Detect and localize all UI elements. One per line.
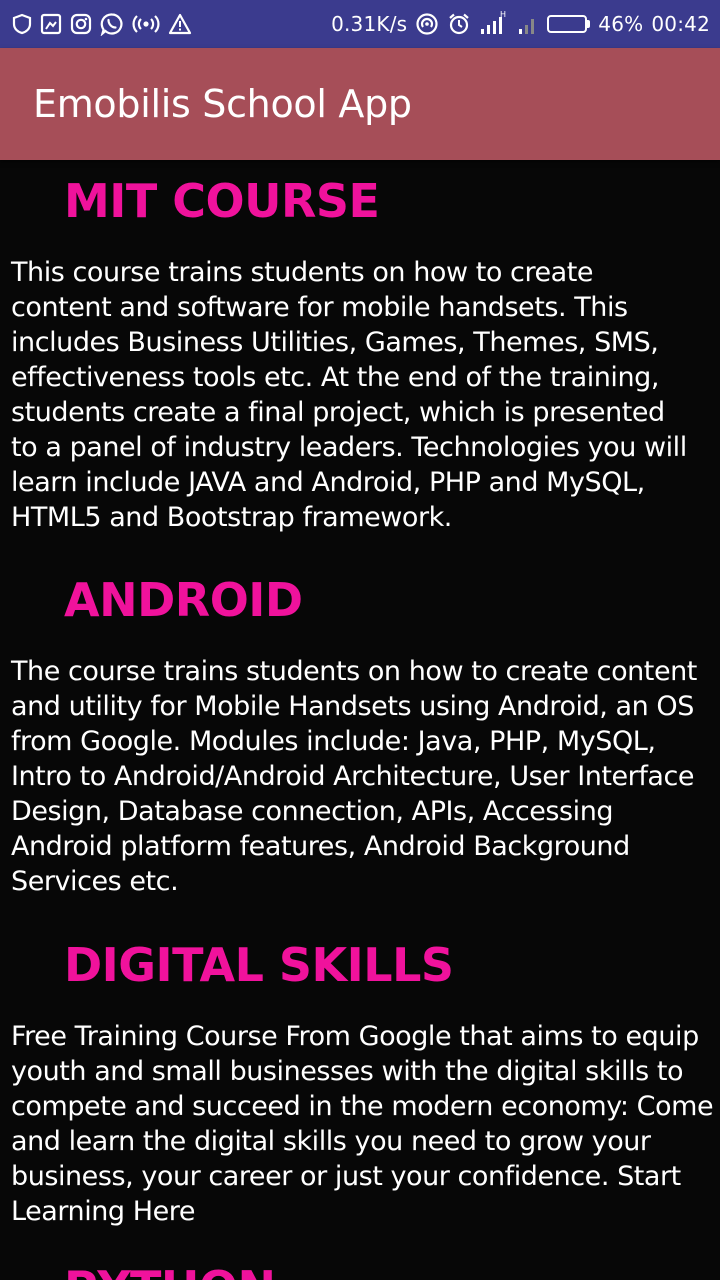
battery-icon	[547, 15, 591, 33]
notification-icons	[12, 12, 192, 36]
section-title: ANDROID	[64, 573, 303, 627]
section-title: MIT COURSE	[64, 174, 380, 228]
screenshot-icon	[40, 13, 62, 35]
svg-text:H: H	[500, 11, 506, 19]
clock: 00:42	[651, 12, 710, 36]
section-description: This course trains students on how to cr…	[11, 257, 687, 533]
signal-icon	[517, 11, 539, 37]
section-description: Free Training Course From Google that ai…	[11, 1021, 714, 1227]
app-title: Emobilis School App	[33, 82, 412, 126]
course-section-python: PYTHON	[0, 1265, 720, 1280]
whatsapp-icon	[100, 12, 124, 36]
course-list[interactable]: MIT COURSE This course trains students o…	[0, 160, 720, 1280]
status-bar: 0.31K/s H 46% 00:42	[0, 0, 720, 48]
course-section-mit: MIT COURSE This course trains students o…	[0, 178, 720, 535]
wifi-hotspot-icon	[415, 12, 439, 36]
network-speed: 0.31K/s	[331, 12, 408, 36]
course-section-android: ANDROID The course trains students on ho…	[0, 577, 720, 899]
app-bar: Emobilis School App	[0, 48, 720, 160]
battery-percent: 46%	[598, 12, 644, 36]
section-title: PYTHON	[0, 1265, 720, 1280]
section-title: DIGITAL SKILLS	[64, 938, 454, 992]
course-section-digital-skills: DIGITAL SKILLS Free Training Course From…	[0, 942, 720, 1229]
warning-icon	[168, 13, 192, 35]
shield-icon	[12, 13, 32, 35]
section-description: The course trains students on how to cre…	[11, 656, 697, 897]
signal-h-icon: H	[479, 11, 509, 37]
system-indicators: 0.31K/s H 46% 00:42	[331, 11, 710, 37]
hotspot-icon	[132, 13, 160, 35]
alarm-icon	[447, 12, 471, 36]
instagram-icon	[70, 13, 92, 35]
